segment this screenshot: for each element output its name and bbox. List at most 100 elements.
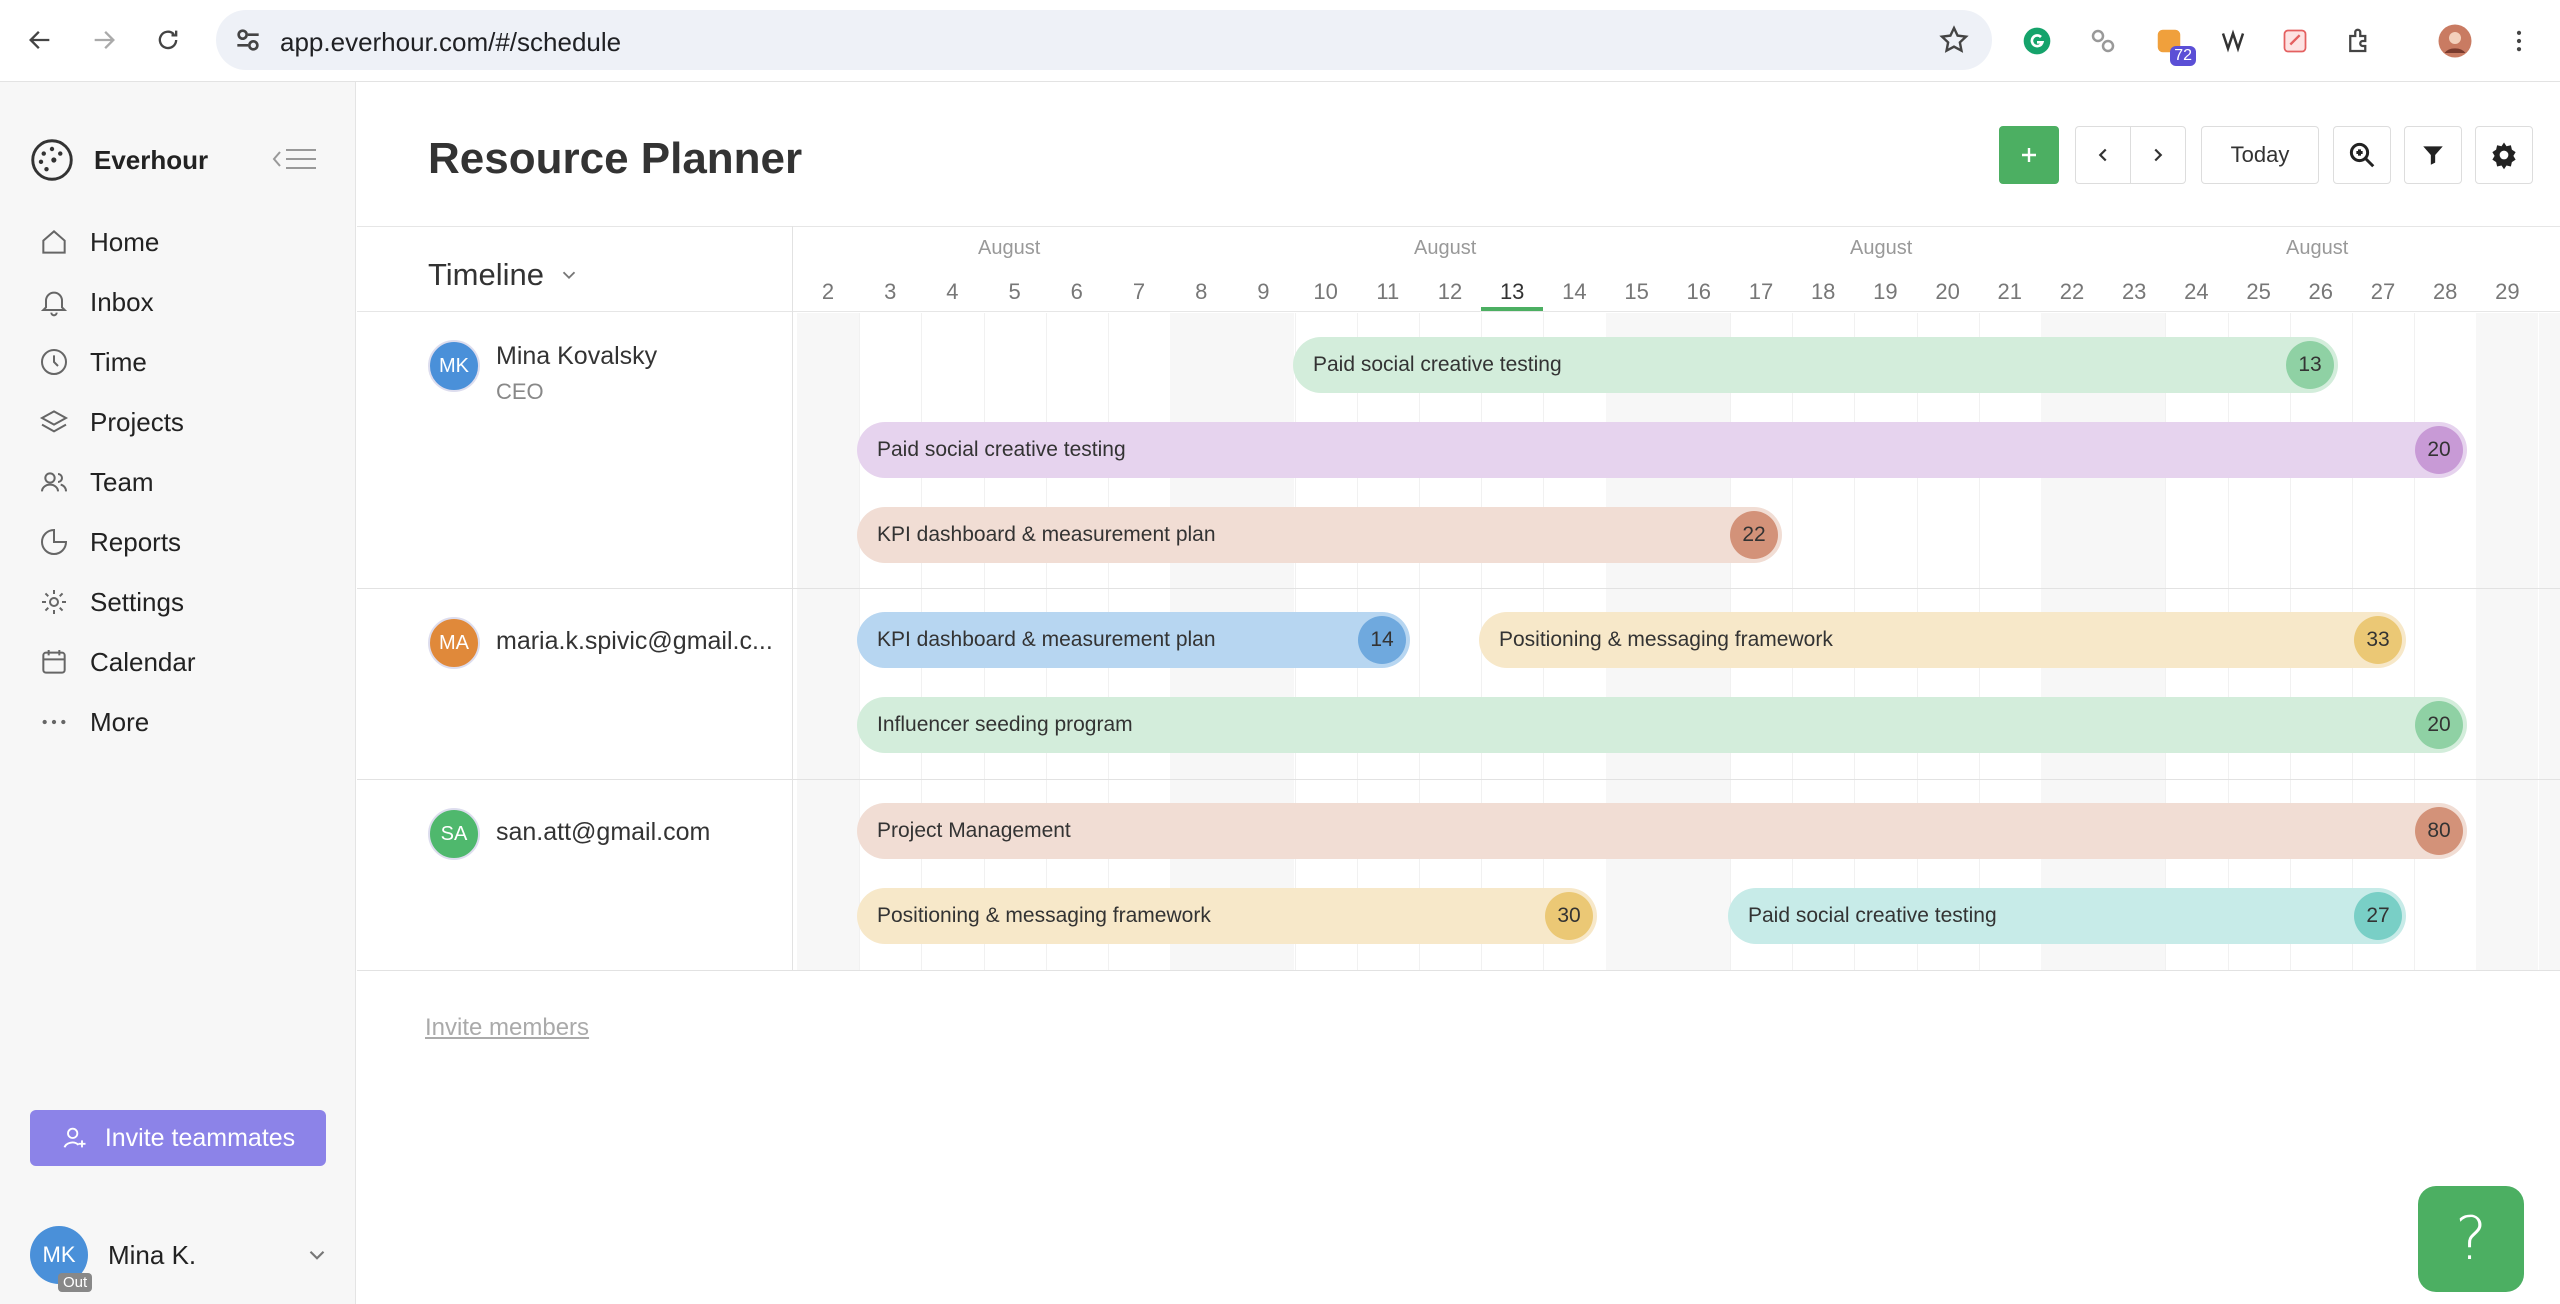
assignment-label: Project Management <box>877 819 1071 842</box>
clock-icon <box>41 349 67 375</box>
timeline-label: Timeline <box>428 257 544 292</box>
assignment-bar[interactable]: Paid social creative testing 20 <box>857 422 2467 478</box>
sidebar-item-team[interactable]: Team <box>38 452 196 512</box>
site-settings-icon[interactable] <box>232 24 264 56</box>
url-text[interactable]: app.everhour.com/#/schedule <box>280 27 621 58</box>
add-button[interactable] <box>1999 126 2059 184</box>
forward-icon[interactable] <box>86 22 122 58</box>
sidebar-item-home[interactable]: Home <box>38 212 196 272</box>
back-icon[interactable] <box>22 22 58 58</box>
today-label: Today <box>2230 142 2290 167</box>
clipper-extension-icon[interactable] <box>2276 22 2314 60</box>
month-label: August <box>978 237 1041 259</box>
day-number: 3 <box>2539 279 2560 305</box>
sidebar-item-label: Home <box>90 226 160 257</box>
weekend-column <box>2538 313 2560 970</box>
assignment-bar[interactable]: Positioning & messaging framework 30 <box>857 888 1597 944</box>
toolbox-extension-icon[interactable] <box>2214 22 2252 60</box>
profile-avatar-icon[interactable] <box>2436 22 2474 60</box>
chevron-right-icon <box>2154 148 2163 162</box>
invite-teammates-label: Invite teammates <box>104 1123 296 1152</box>
sidebar-item-label: Team <box>90 466 154 497</box>
team-icon <box>41 472 67 492</box>
assignment-label: Positioning & messaging framework <box>877 904 1211 927</box>
sidebar-item-inbox[interactable]: Inbox <box>38 272 196 332</box>
everhour-extension-icon[interactable]: 72 <box>2150 22 2196 66</box>
sidebar: Everhour Home Inbox Time Projects Team R… <box>0 82 356 1304</box>
current-user[interactable]: MK Out Mina K. <box>30 1226 330 1292</box>
assignment-bar[interactable]: Paid social creative testing 13 <box>1293 337 2338 393</box>
assignment-bar[interactable]: KPI dashboard & measurement plan 14 <box>857 612 1410 668</box>
main-content: Resource Planner Today Timeline August A… <box>357 82 2560 1304</box>
weekend-column <box>797 313 859 970</box>
row-divider <box>357 588 2560 589</box>
sidebar-item-settings[interactable]: Settings <box>38 572 196 632</box>
extensions-puzzle-icon[interactable] <box>2340 22 2378 60</box>
day-number: 28 <box>2432 279 2458 304</box>
settings-button[interactable] <box>2475 126 2533 184</box>
sidebar-item-label: Settings <box>90 586 184 617</box>
sidebar-item-time[interactable]: Time <box>38 332 196 392</box>
day-column-line <box>2414 313 2416 970</box>
pie-icon <box>41 528 68 555</box>
sidebar-item-label: Calendar <box>90 646 196 677</box>
day-column-line <box>1419 313 1420 970</box>
assignment-bar[interactable]: Paid social creative testing 27 <box>1728 888 2406 944</box>
zoom-button[interactable] <box>2333 126 2391 184</box>
timeline-view-dropdown[interactable]: Timeline <box>428 257 580 293</box>
today-button[interactable]: Today <box>2201 126 2319 184</box>
assignment-bar[interactable]: Influencer seeding program 20 <box>857 697 2467 753</box>
day-number: 4 <box>946 279 959 304</box>
invite-teammates-button[interactable]: Invite teammates <box>30 1110 326 1166</box>
grammarly-extension-icon[interactable] <box>2018 22 2056 60</box>
bookmark-star-icon[interactable] <box>1938 24 1970 56</box>
invite-members-link[interactable]: Invite members <box>425 1014 589 1042</box>
user-name: Mina K. <box>108 1239 197 1270</box>
brand[interactable]: Everhour <box>30 138 208 182</box>
sidebar-menu: Home Inbox Time Projects Team Reports Se… <box>38 212 196 752</box>
assignment-label: Paid social creative testing <box>1313 353 1562 376</box>
sidebar-item-reports[interactable]: Reports <box>38 512 196 572</box>
row-divider <box>357 779 2560 780</box>
assignment-hours-badge: 33 <box>2354 616 2402 664</box>
reload-icon[interactable] <box>150 22 186 58</box>
filter-button[interactable] <box>2404 126 2462 184</box>
assignment-label: KPI dashboard & measurement plan <box>877 523 1216 546</box>
assignment-bar[interactable]: Project Management 80 <box>857 803 2467 859</box>
sidebar-item-label: Projects <box>90 406 184 437</box>
link-extension-icon[interactable] <box>2084 22 2122 60</box>
month-label: August <box>1414 237 1477 259</box>
status-badge: Out <box>58 1273 93 1292</box>
day-header: August August August August 2 3 4 5 6 7 8 9 10 11… <box>793 227 2560 313</box>
assignment-bar[interactable]: Positioning & messaging framework 33 <box>1479 612 2406 668</box>
address-bar[interactable]: app.everhour.com/#/schedule <box>216 10 1992 70</box>
chevron-down-icon[interactable] <box>304 1242 330 1268</box>
member-san[interactable]: SA san.att@gmail.com <box>428 808 710 860</box>
help-button[interactable]: ? <box>2418 1186 2524 1292</box>
chevron-left-icon <box>2098 148 2107 162</box>
day-number: 7 <box>1132 279 1146 304</box>
assignment-label: Positioning & messaging framework <box>1499 628 1833 651</box>
collapse-sidebar-icon[interactable] <box>270 144 320 174</box>
member-mina-kovalsky[interactable]: MK Mina Kovalsky CEO <box>428 340 657 405</box>
avatar: SA <box>428 808 480 860</box>
sidebar-item-more[interactable]: More <box>38 692 196 752</box>
gear-icon <box>42 590 66 614</box>
sidebar-item-calendar[interactable]: Calendar <box>38 632 196 692</box>
browser-menu-icon[interactable] <box>2500 22 2538 60</box>
row-divider <box>357 970 2560 971</box>
assignment-hours-badge: 30 <box>1545 892 1593 940</box>
bell-icon <box>40 291 68 317</box>
next-period-button[interactable] <box>2130 126 2186 184</box>
sidebar-item-label: More <box>90 706 150 737</box>
member-name: san.att@gmail.com <box>496 818 711 846</box>
member-maria[interactable]: MA maria.k.spivic@gmail.c... <box>428 617 773 669</box>
day-number: 16 <box>1686 279 1712 304</box>
assignment-hours-badge: 20 <box>2415 701 2463 749</box>
previous-period-button[interactable] <box>2075 126 2131 184</box>
browser-toolbar: app.everhour.com/#/schedule 72 <box>0 0 2560 82</box>
assignment-hours-badge: 27 <box>2354 892 2402 940</box>
sidebar-item-projects[interactable]: Projects <box>38 392 196 452</box>
sidebar-item-label: Inbox <box>90 286 154 317</box>
assignment-bar[interactable]: KPI dashboard & measurement plan 22 <box>857 507 1782 563</box>
